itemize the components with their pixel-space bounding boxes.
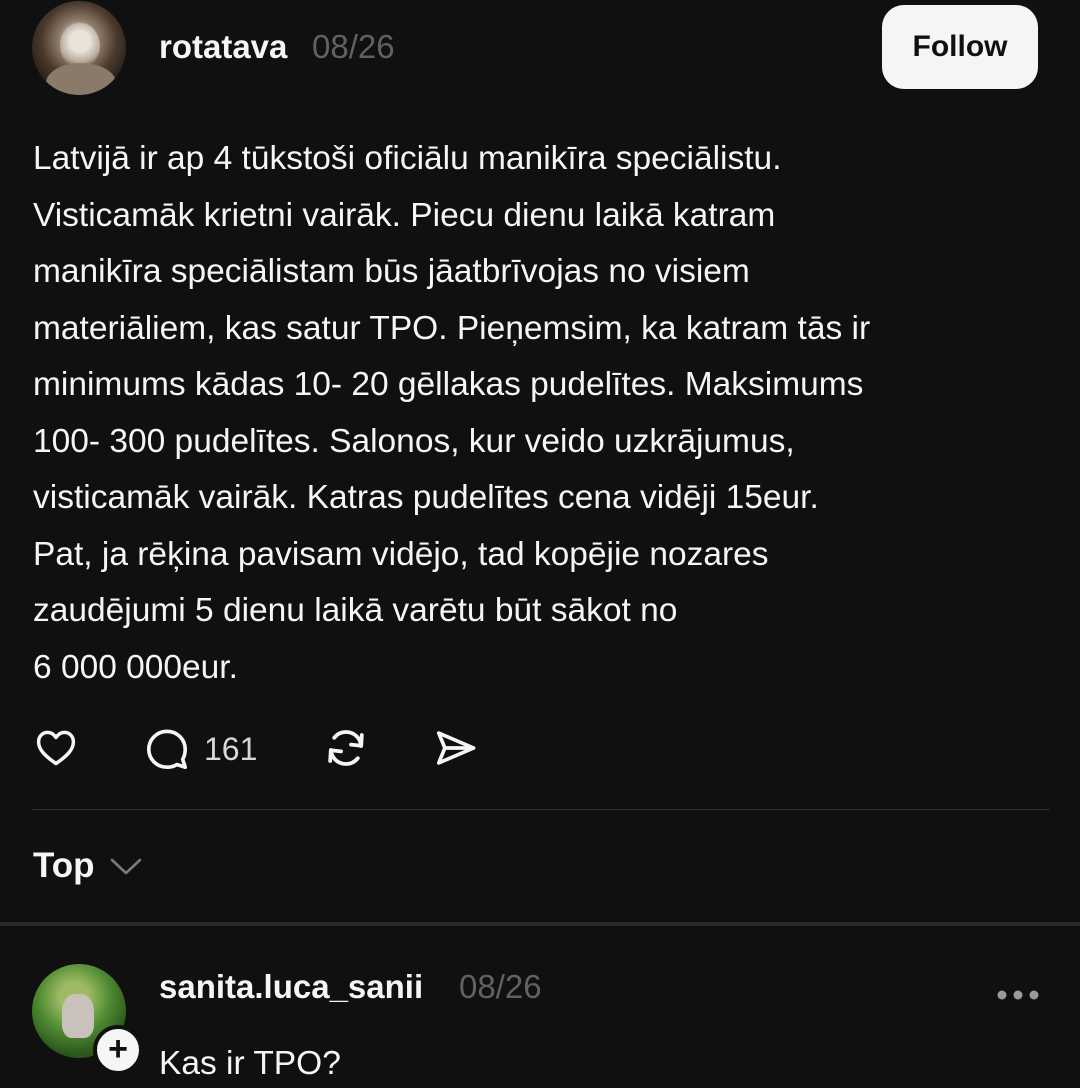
more-options-button[interactable] (996, 988, 1040, 1002)
post-text-line: Visticamāk krietni vairāk. Piecu dienu l… (33, 196, 776, 234)
post-text-line: zaudējumi 5 dienu laikā varētu būt sākot… (33, 592, 678, 629)
sort-label: Top (33, 846, 95, 885)
repost-button[interactable] (322, 724, 370, 772)
avatar-figure (62, 994, 94, 1038)
divider (32, 809, 1050, 810)
heart-icon (36, 730, 76, 766)
comment-button[interactable]: 161 (144, 726, 257, 772)
author-avatar[interactable] (32, 1, 126, 95)
post-text-line: Pat, ja rēķina pavisam vidējo, tad kopēj… (33, 535, 769, 573)
post-text-line: minimums kādas 10- 20 gēllakas pudelītes… (33, 366, 864, 403)
post-text-line: manikīra speciālistam būs jāatbrīvojas n… (33, 253, 750, 290)
post-text: Latvijā ir ap 4 tūkstoši oficiālu manikī… (33, 131, 1043, 696)
replies-sort-dropdown[interactable]: Top (33, 846, 143, 886)
repost-icon (328, 730, 364, 766)
section-separator (0, 922, 1080, 926)
post-text-line: 100- 300 pudelītes. Salonos, kur veido u… (33, 422, 795, 460)
follow-plus-badge[interactable]: + (93, 1025, 143, 1075)
chevron-down-icon (110, 858, 141, 875)
like-button[interactable] (33, 726, 79, 770)
follow-button[interactable]: Follow (882, 5, 1038, 89)
share-button[interactable] (433, 725, 479, 771)
main-post: rotatava 08/26 Follow Latvijā ir ap 4 tū… (0, 0, 1080, 922)
comment-count: 161 (204, 730, 258, 767)
more-icon (997, 990, 1039, 1000)
reply-date: 08/26 (459, 968, 542, 1005)
comment-icon (146, 729, 188, 770)
post-text-line: 6 000 000eur. (33, 648, 238, 686)
share-icon (436, 731, 476, 765)
reply-text: Kas ir TPO? (159, 1045, 341, 1082)
post-text-line: visticamāk vairāk. Katras pudelītes cena… (33, 479, 819, 516)
avatar-shoulders (46, 63, 116, 95)
post-text-line: materiāliem, kas satur TPO. Pieņemsim, k… (33, 309, 871, 347)
post-text-line: Latvijā ir ap 4 tūkstoši oficiālu manikī… (33, 140, 782, 177)
reply-username[interactable]: sanita.luca_sanii (159, 968, 423, 1006)
author-username[interactable]: rotatava (159, 28, 287, 66)
post-date: 08/26 (312, 28, 395, 65)
